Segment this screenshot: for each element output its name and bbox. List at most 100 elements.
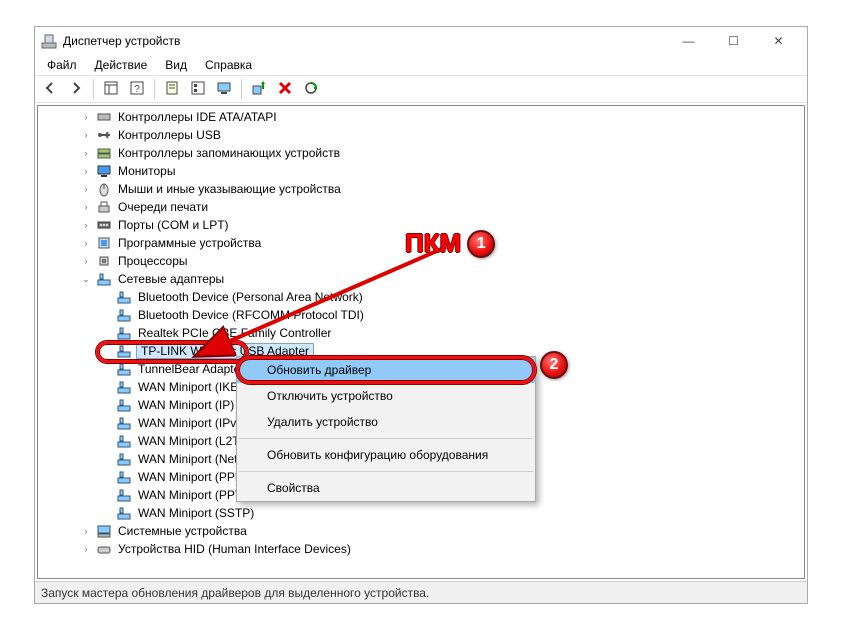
close-button[interactable]: ✕ — [756, 27, 801, 55]
context-menu[interactable]: Обновить драйверОтключить устройствоУдал… — [236, 356, 536, 502]
tree-node-label[interactable]: Контроллеры IDE ATA/ATAPI — [116, 109, 279, 125]
statusbar-text: Запуск мастера обновления драйверов для … — [41, 586, 429, 600]
help-icon: ? — [129, 80, 145, 99]
context-menu-update-driver[interactable]: Обновить драйвер — [237, 357, 535, 383]
expand-icon[interactable]: › — [80, 255, 92, 267]
expand-icon[interactable]: › — [80, 201, 92, 213]
tree-node-label[interactable]: Устройства HID (Human Interface Devices) — [116, 541, 353, 557]
toolbar-details-button[interactable] — [187, 78, 209, 100]
menu-action[interactable]: Действие — [87, 56, 156, 74]
context-menu-properties[interactable]: Свойства — [237, 475, 535, 501]
expand-icon[interactable]: › — [80, 237, 92, 249]
menu-help[interactable]: Справка — [197, 56, 260, 74]
expand-icon[interactable]: › — [80, 183, 92, 195]
tree-node-label[interactable]: WAN Miniport (IPv6) — [136, 415, 249, 431]
tree-node-label[interactable]: Мониторы — [116, 163, 177, 179]
toolbar-nav-forward-button[interactable] — [65, 78, 87, 100]
port-icon — [96, 217, 112, 233]
toolbar-remove-device-button[interactable] — [274, 78, 296, 100]
app-icon — [41, 33, 57, 49]
context-menu-disable-device[interactable]: Отключить устройство — [237, 383, 535, 409]
tree-node[interactable]: Bluetooth Device (RFCOMM Protocol TDI) — [42, 306, 800, 324]
storcon-icon — [96, 145, 112, 161]
toolbar-nav-back-button[interactable] — [39, 78, 61, 100]
scan-hardware-icon — [303, 80, 319, 99]
queue-icon — [96, 199, 112, 215]
tree-node-label[interactable]: Программные устройства — [116, 235, 263, 251]
net-icon — [116, 415, 132, 431]
tree-node-label[interactable]: Сетевые адаптеры — [116, 271, 226, 287]
expand-icon[interactable]: › — [80, 525, 92, 537]
details-icon — [190, 80, 206, 99]
menu-view[interactable]: Вид — [157, 56, 195, 74]
mouse-icon — [96, 181, 112, 197]
minimize-button[interactable]: — — [666, 27, 711, 55]
tree-node-label[interactable]: WAN Miniport (IP) — [136, 397, 236, 413]
tree-node[interactable]: › Системные устройства — [42, 522, 800, 540]
tree-node-label[interactable]: WAN Miniport (SSTP) — [136, 505, 256, 521]
titlebar: Диспетчер устройств — ☐ ✕ — [35, 27, 807, 55]
expand-icon[interactable]: › — [80, 111, 92, 123]
expand-icon[interactable]: › — [80, 165, 92, 177]
tree-node[interactable]: ⌄ Сетевые адаптеры — [42, 270, 800, 288]
update-driver-icon — [251, 80, 267, 99]
tree-node-label[interactable]: Очереди печати — [116, 199, 210, 215]
device-tree[interactable]: › Контроллеры IDE ATA/ATAPI › Контроллеры U… — [38, 106, 804, 578]
toolbar-view-options-button[interactable] — [100, 78, 122, 100]
net-icon — [116, 379, 132, 395]
tree-node[interactable]: › Контроллеры запоминающих устройств — [42, 144, 800, 162]
screenshot-root: Диспетчер устройств — ☐ ✕ ФайлДействиеВи… — [0, 0, 842, 630]
tree-node[interactable]: Realtek PCIe GBE Family Controller — [42, 324, 800, 342]
tree-node-label[interactable]: Realtek PCIe GBE Family Controller — [136, 325, 333, 341]
toolbar-separator — [154, 79, 155, 99]
expand-icon[interactable]: › — [80, 129, 92, 141]
hid-icon — [96, 541, 112, 557]
netcat-icon — [96, 271, 112, 287]
tree-node-label[interactable]: Порты (COM и LPT) — [116, 217, 231, 233]
expand-icon[interactable]: › — [80, 543, 92, 555]
ide-icon — [96, 109, 112, 125]
menu-file[interactable]: Файл — [39, 56, 85, 74]
context-menu-separator — [239, 471, 533, 472]
tree-node[interactable]: › Порты (COM и LPT) — [42, 216, 800, 234]
tree-node[interactable]: › Процессоры — [42, 252, 800, 270]
toolbar-properties-button[interactable] — [161, 78, 183, 100]
tree-node[interactable]: › Программные устройства — [42, 234, 800, 252]
tree-node[interactable]: › Мыши и иные указывающие устройства — [42, 180, 800, 198]
collapse-icon[interactable]: ⌄ — [80, 273, 92, 285]
tree-node[interactable]: WAN Miniport (SSTP) — [42, 504, 800, 522]
tree-node[interactable]: › Контроллеры USB — [42, 126, 800, 144]
toolbar-separator — [241, 79, 242, 99]
context-menu-remove-device[interactable]: Удалить устройство — [237, 409, 535, 435]
svg-text:?: ? — [134, 84, 140, 95]
menubar: ФайлДействиеВидСправка — [35, 55, 807, 75]
tree-node-label[interactable]: Мыши и иные указывающие устройства — [116, 181, 343, 197]
view-options-icon — [103, 80, 119, 99]
tree-node-label[interactable]: Bluetooth Device (Personal Area Network) — [136, 289, 365, 305]
tree-node-label[interactable]: Системные устройства — [116, 523, 249, 539]
tree-node[interactable]: › Очереди печати — [42, 198, 800, 216]
tree-node-label[interactable]: Процессоры — [116, 253, 190, 269]
expand-icon[interactable]: › — [80, 219, 92, 231]
tree-node[interactable]: Bluetooth Device (Personal Area Network) — [42, 288, 800, 306]
properties-icon — [164, 80, 180, 99]
tree-node[interactable]: › Мониторы — [42, 162, 800, 180]
maximize-button[interactable]: ☐ — [711, 27, 756, 55]
context-menu-refresh-hw-config[interactable]: Обновить конфигурацию оборудования — [237, 442, 535, 468]
soft-icon — [96, 235, 112, 251]
net-icon — [116, 505, 132, 521]
tree-node-label[interactable]: Контроллеры USB — [116, 127, 223, 143]
tree-node-label[interactable]: Контроллеры запоминающих устройств — [116, 145, 342, 161]
tree-node-label[interactable]: Bluetooth Device (RFCOMM Protocol TDI) — [136, 307, 366, 323]
toolbar-help-button[interactable]: ? — [126, 78, 148, 100]
toolbar-monitor-refresh-button[interactable] — [213, 78, 235, 100]
device-tree-pane[interactable]: › Контроллеры IDE ATA/ATAPI › Контроллеры U… — [37, 105, 805, 579]
expand-icon[interactable]: › — [80, 147, 92, 159]
toolbar-scan-hardware-button[interactable] — [300, 78, 322, 100]
toolbar-update-driver-button[interactable] — [248, 78, 270, 100]
system-icon — [96, 523, 112, 539]
net-icon — [116, 451, 132, 467]
tree-node[interactable]: › Контроллеры IDE ATA/ATAPI — [42, 108, 800, 126]
tree-node[interactable]: › Устройства HID (Human Interface Devices… — [42, 540, 800, 558]
usb-icon — [96, 127, 112, 143]
